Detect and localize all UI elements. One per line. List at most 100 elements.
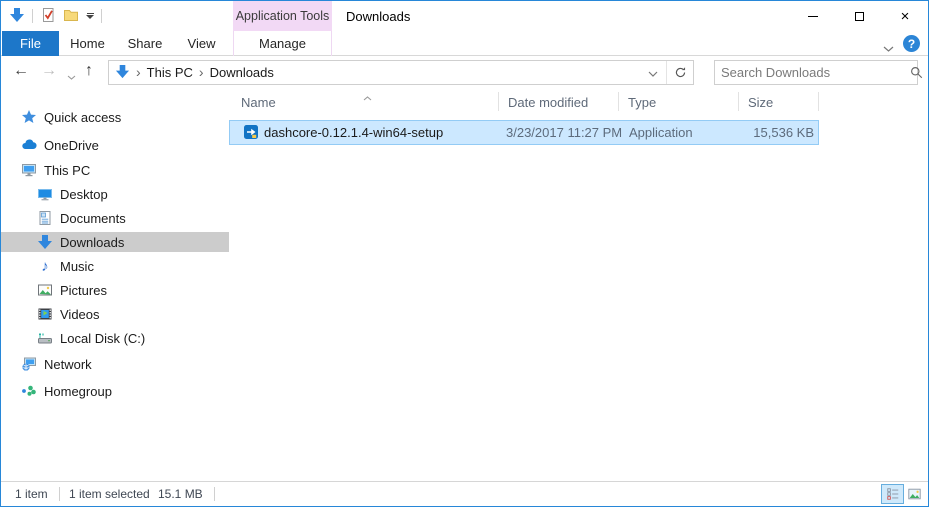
column-header-name[interactable]: Name <box>241 87 276 116</box>
picture-icon <box>37 282 53 298</box>
file-date-modified: 3/23/2017 11:27 PM <box>506 121 622 144</box>
search-icon[interactable] <box>903 66 929 79</box>
drive-icon <box>37 330 53 346</box>
quick-access-toolbar <box>9 4 102 28</box>
application-setup-icon <box>243 124 259 143</box>
details-view-icon <box>886 487 900 501</box>
sidebar-item-label: Documents <box>60 211 126 226</box>
minimize-icon <box>808 16 818 17</box>
column-separator[interactable] <box>738 92 739 111</box>
sidebar-item-network[interactable]: Network <box>1 354 229 374</box>
desktop-icon <box>37 186 53 202</box>
selection-count: 1 item selected <box>69 487 150 501</box>
downloads-folder-icon <box>115 64 130 82</box>
refresh-icon[interactable] <box>667 61 693 84</box>
sidebar-item-desktop[interactable]: Desktop <box>1 184 229 204</box>
sidebar-item-downloads[interactable]: Downloads <box>1 232 229 252</box>
music-icon: ♪ <box>37 258 53 274</box>
recent-locations-chevron-icon[interactable] <box>67 68 76 83</box>
sidebar-item-label: This PC <box>44 163 90 178</box>
help-icon[interactable]: ? <box>903 35 920 52</box>
search-box <box>714 60 918 85</box>
navigation-bar: ← → ↑ › This PC › Downloads <box>1 57 928 87</box>
sidebar-item-local-disk-c[interactable]: Local Disk (C:) <box>1 328 229 348</box>
sidebar-item-label: Videos <box>60 307 100 322</box>
status-separator <box>214 487 215 501</box>
sidebar-item-this-pc[interactable]: This PC <box>1 160 229 180</box>
window-title: Downloads <box>346 9 410 24</box>
main-area: Quick access OneDrive This PC Desktop Do… <box>1 87 928 481</box>
cloud-icon <box>21 137 37 153</box>
computer-icon <box>21 162 37 178</box>
column-separator[interactable] <box>618 92 619 111</box>
ribbon-tab-row: File Home Share View Manage ? <box>1 31 928 56</box>
address-bar[interactable]: › This PC › Downloads <box>108 60 694 85</box>
homegroup-icon <box>21 383 37 399</box>
sidebar-item-music[interactable]: ♪ Music <box>1 256 229 276</box>
breadcrumb-this-pc[interactable]: This PC <box>147 65 193 80</box>
minimize-button[interactable] <box>790 1 836 31</box>
network-icon <box>21 356 37 372</box>
tab-view[interactable]: View <box>174 31 229 56</box>
breadcrumb-chevron-icon[interactable]: › <box>199 65 204 81</box>
sidebar-item-label: Desktop <box>60 187 108 202</box>
breadcrumb-downloads[interactable]: Downloads <box>210 65 274 80</box>
thumbnail-view-button[interactable] <box>903 484 926 504</box>
sidebar-item-label: Pictures <box>60 283 107 298</box>
item-count: 1 item <box>15 487 48 501</box>
maximize-icon <box>855 12 864 21</box>
column-separator[interactable] <box>818 92 819 111</box>
column-headers: Name Date modified Type Size <box>229 87 928 116</box>
navigation-pane: Quick access OneDrive This PC Desktop Do… <box>1 87 229 481</box>
close-icon: × <box>901 9 910 24</box>
file-row-selected[interactable]: dashcore-0.12.1.4-win64-setup 3/23/2017 … <box>229 120 819 145</box>
up-icon[interactable]: ↑ <box>85 60 93 82</box>
sidebar-item-label: Local Disk (C:) <box>60 331 145 346</box>
address-dropdown-chevron-icon[interactable] <box>648 65 658 80</box>
document-icon <box>37 210 53 226</box>
file-list-pane: Name Date modified Type Size dashcore-0.… <box>229 87 928 481</box>
sidebar-item-label: Downloads <box>60 235 124 250</box>
maximize-button[interactable] <box>836 1 882 31</box>
close-button[interactable]: × <box>882 1 928 31</box>
title-bar: Application Tools Downloads × <box>1 1 928 31</box>
column-separator[interactable] <box>498 92 499 111</box>
sidebar-item-homegroup[interactable]: Homegroup <box>1 381 229 401</box>
status-bar: 1 item 1 item selected 15.1 MB <box>1 481 928 506</box>
contextual-tab-header: Application Tools <box>233 1 332 31</box>
breadcrumb-chevron-icon[interactable]: › <box>136 65 141 81</box>
video-icon <box>37 306 53 322</box>
sidebar-item-label: Homegroup <box>44 384 112 399</box>
column-header-size[interactable]: Size <box>748 87 773 116</box>
search-input[interactable] <box>715 65 903 80</box>
column-header-type[interactable]: Type <box>628 87 656 116</box>
tab-share[interactable]: Share <box>116 31 174 56</box>
tab-home[interactable]: Home <box>59 31 116 56</box>
forward-icon[interactable]: → <box>41 60 57 82</box>
star-icon <box>21 109 37 125</box>
sidebar-item-label: Network <box>44 357 92 372</box>
file-type: Application <box>629 121 693 144</box>
thumbnail-view-icon <box>907 487 922 501</box>
qat-separator <box>32 9 33 23</box>
sidebar-item-quick-access[interactable]: Quick access <box>1 107 229 127</box>
sidebar-item-videos[interactable]: Videos <box>1 304 229 324</box>
address-bar-controls <box>648 61 693 84</box>
new-folder-icon[interactable] <box>63 7 79 26</box>
tab-manage[interactable]: Manage <box>233 31 332 56</box>
back-icon[interactable]: ← <box>13 60 29 82</box>
properties-icon[interactable] <box>40 7 56 26</box>
column-header-date-modified[interactable]: Date modified <box>508 87 588 116</box>
sort-ascending-icon <box>363 89 372 104</box>
customize-qat-icon[interactable] <box>86 13 94 19</box>
sidebar-item-documents[interactable]: Documents <box>1 208 229 228</box>
chevron-down-icon[interactable] <box>883 40 894 55</box>
sidebar-item-onedrive[interactable]: OneDrive <box>1 135 229 155</box>
window-downloads-icon <box>9 7 25 26</box>
breadcrumb: › This PC › Downloads <box>109 64 648 82</box>
details-view-button[interactable] <box>881 484 904 504</box>
caption-buttons: × <box>790 1 928 31</box>
sidebar-item-pictures[interactable]: Pictures <box>1 280 229 300</box>
tab-file[interactable]: File <box>2 31 59 56</box>
file-size: 15,536 KB <box>730 121 814 144</box>
